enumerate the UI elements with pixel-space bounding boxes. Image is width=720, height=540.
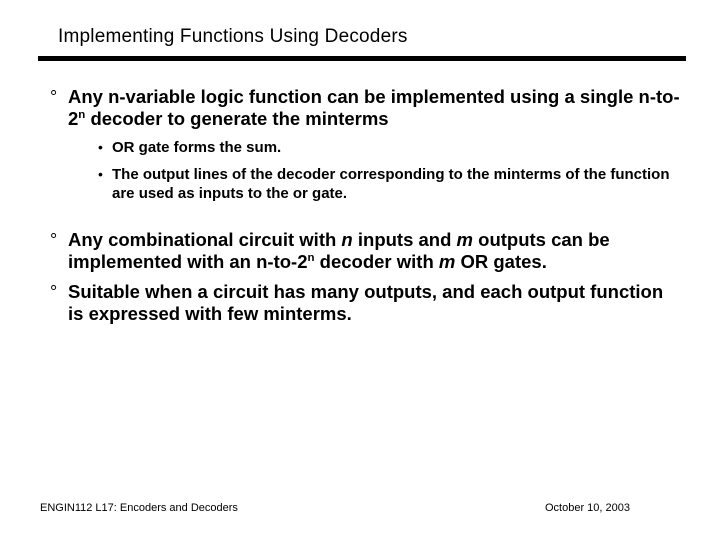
dot-bullet-icon: •: [98, 138, 112, 157]
title-rule: [38, 56, 686, 61]
bullet-2-text: Any combinational circuit with n inputs …: [68, 229, 680, 273]
text-run: decoder to generate the minterms: [85, 108, 388, 129]
footer-left: ENGIN112 L17: Encoders and Decoders: [40, 502, 238, 514]
italic-m: m: [457, 229, 473, 250]
bullet-2: ° Any combinational circuit with n input…: [50, 229, 680, 273]
text-run: inputs and: [353, 229, 457, 250]
text-run: Any combinational circuit with: [68, 229, 341, 250]
dot-bullet-icon: •: [98, 165, 112, 203]
bullet-1-text: Any n-variable logic function can be imp…: [68, 86, 680, 130]
slide: Implementing Functions Using Decoders ° …: [0, 0, 720, 540]
slide-title: Implementing Functions Using Decoders: [58, 26, 408, 48]
degree-bullet-icon: °: [50, 229, 68, 273]
text-run: OR gates.: [455, 251, 547, 272]
footer-right: October 10, 2003: [545, 502, 630, 514]
superscript: n: [307, 252, 314, 264]
bullet-1: ° Any n-variable logic function can be i…: [50, 86, 680, 130]
degree-bullet-icon: °: [50, 281, 68, 325]
degree-bullet-icon: °: [50, 86, 68, 130]
spacer: [50, 203, 680, 221]
bullet-3-text: Suitable when a circuit has many outputs…: [68, 281, 680, 325]
content-area: ° Any n-variable logic function can be i…: [50, 78, 680, 329]
text-run: decoder with: [315, 251, 439, 272]
italic-m: m: [439, 251, 455, 272]
italic-n: n: [341, 229, 352, 250]
bullet-1a-text: OR gate forms the sum.: [112, 138, 281, 157]
bullet-1b-text: The output lines of the decoder correspo…: [112, 165, 672, 203]
bullet-1a: • OR gate forms the sum.: [98, 138, 680, 157]
bullet-1b: • The output lines of the decoder corres…: [98, 165, 680, 203]
bullet-3: ° Suitable when a circuit has many outpu…: [50, 281, 680, 325]
